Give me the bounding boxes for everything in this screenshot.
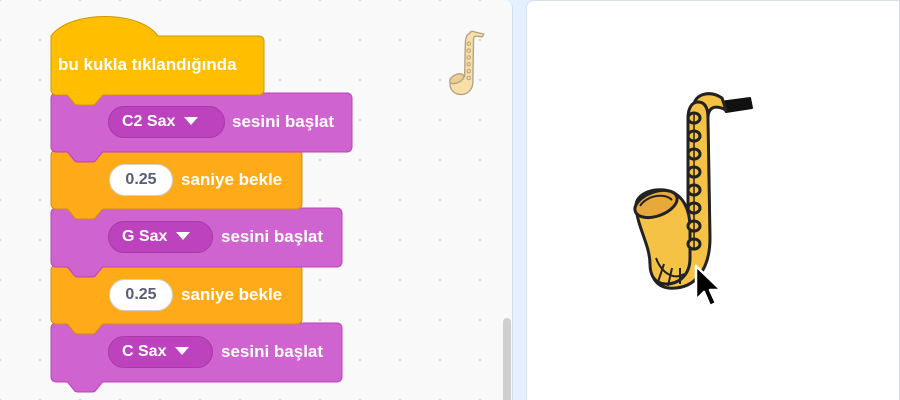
- chevron-down-icon: [175, 228, 191, 246]
- start-sound-label-3: sesini başlat: [221, 342, 324, 361]
- mouse-pointer-icon: [693, 264, 725, 317]
- chevron-down-icon: [183, 113, 199, 131]
- wait-label-1: saniye bekle: [181, 170, 283, 189]
- code-workspace[interactable]: bu kukla tıklandığında C2 Sax sesini baş…: [0, 0, 513, 400]
- start-sound-label-2: sesini başlat: [221, 227, 324, 246]
- start-sound-label-1: sesini başlat: [232, 112, 335, 131]
- sound-dropdown-3-value: C Sax: [122, 343, 167, 360]
- wait-seconds-input-2[interactable]: 0.25: [109, 279, 173, 311]
- chevron-down-icon: [174, 343, 190, 361]
- sound-dropdown-1[interactable]: C2 Sax: [108, 106, 225, 138]
- hat-block-label: bu kukla tıklandığında: [58, 55, 237, 74]
- wait-label-2: saniye bekle: [181, 285, 283, 304]
- sound-dropdown-2[interactable]: G Sax: [108, 221, 213, 253]
- sound-dropdown-1-value: C2 Sax: [122, 113, 176, 130]
- saxophone-icon: [440, 30, 492, 107]
- sound-dropdown-3[interactable]: C Sax: [108, 336, 213, 368]
- sound-dropdown-2-value: G Sax: [122, 228, 168, 245]
- workspace-scrollbar[interactable]: [503, 318, 511, 400]
- wait-seconds-input-1[interactable]: 0.25: [109, 164, 173, 196]
